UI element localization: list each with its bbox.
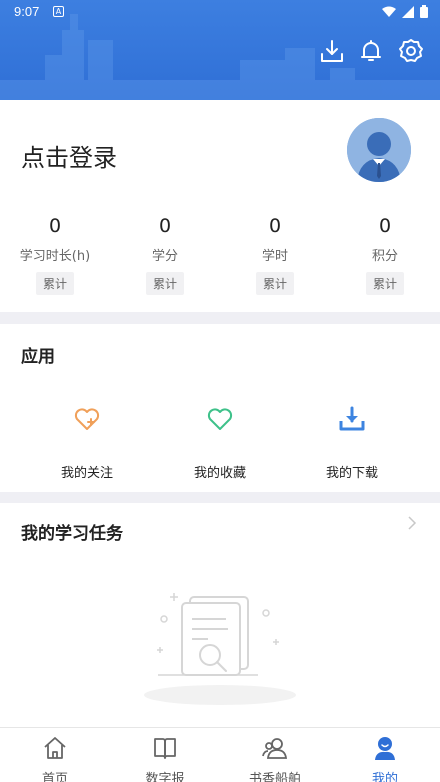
stat-tag: 累计 <box>365 272 404 295</box>
newspaper-icon <box>154 738 176 759</box>
nav-label: 我的 <box>371 772 398 782</box>
system-icons <box>382 5 428 18</box>
stat-tag: 累计 <box>145 272 184 295</box>
app-label: 我的关注 <box>60 466 113 481</box>
stat-value: 0 <box>48 215 62 237</box>
stat-value: 0 <box>268 215 282 237</box>
heart-plus-icon <box>74 408 100 430</box>
app-my-follows[interactable]: 我的关注 <box>32 404 142 481</box>
bell-icon[interactable] <box>358 38 384 64</box>
tasks-card: 我的学习任务 <box>0 503 440 727</box>
nav-item-newspaper[interactable]: 数字报 <box>110 728 220 782</box>
group-icon <box>262 738 288 759</box>
stat-value: 0 <box>158 215 172 237</box>
app-label: 我的收藏 <box>193 466 246 481</box>
home-icon <box>44 737 66 759</box>
stat-label: 学时 <box>261 249 288 264</box>
stat-credits[interactable]: 0 学分 累计 <box>110 212 220 295</box>
stat-study-hours[interactable]: 0 学习时长(h) 累计 <box>0 212 110 295</box>
download-tray-icon <box>339 406 365 431</box>
wifi-icon <box>382 6 396 17</box>
nav-label: 数字报 <box>145 772 185 782</box>
status-time: 9:07 <box>14 4 40 19</box>
notification-icon: A <box>53 6 64 17</box>
stat-points[interactable]: 0 积分 累计 <box>330 212 440 295</box>
stats-row: 0 学习时长(h) 累计 0 学分 累计 0 学时 累计 0 积分 累计 <box>0 212 440 295</box>
stat-tag: 累计 <box>35 272 74 295</box>
tasks-title: 我的学习任务 <box>21 524 123 544</box>
apps-title: 应用 <box>21 347 55 367</box>
nav-label: 首页 <box>41 772 68 782</box>
battery-icon <box>420 5 428 18</box>
chevron-right-icon[interactable] <box>406 515 418 531</box>
heart-icon <box>207 408 233 430</box>
settings-icon[interactable] <box>398 38 424 64</box>
stat-label: 学习时长(h) <box>19 249 91 264</box>
header: 9:07 A <box>0 0 440 100</box>
nav-item-book-ship[interactable]: 书香船舶 <box>220 728 330 782</box>
app-my-favorites[interactable]: 我的收藏 <box>165 404 275 481</box>
empty-state-illustration <box>144 593 296 705</box>
login-prompt[interactable]: 点击登录 <box>21 138 117 173</box>
profile-card: 点击登录 0 学习时长(h) 累计 0 学分 累计 0 学时 累计 0 积分 累… <box>0 100 440 312</box>
app-label: 我的下载 <box>325 466 378 481</box>
stat-label: 学分 <box>151 249 178 264</box>
bottom-nav: 首页 数字报 书香船舶 我的 <box>0 727 440 782</box>
nav-item-mine[interactable]: 我的 <box>330 728 440 782</box>
stat-class-hours[interactable]: 0 学时 累计 <box>220 212 330 295</box>
app-my-downloads[interactable]: 我的下载 <box>297 404 407 481</box>
stat-label: 积分 <box>371 249 398 264</box>
user-icon <box>375 737 395 760</box>
status-bar: 9:07 A <box>0 0 440 24</box>
download-icon[interactable] <box>319 38 345 64</box>
stat-value: 0 <box>378 215 392 237</box>
avatar[interactable] <box>347 118 411 182</box>
nav-item-home[interactable]: 首页 <box>0 728 110 782</box>
signal-icon <box>402 5 414 18</box>
nav-label: 书香船舶 <box>248 772 301 782</box>
stat-tag: 累计 <box>255 272 294 295</box>
apps-card: 应用 我的关注 我的收藏 我的下载 <box>0 324 440 492</box>
default-user-icon <box>347 118 411 182</box>
